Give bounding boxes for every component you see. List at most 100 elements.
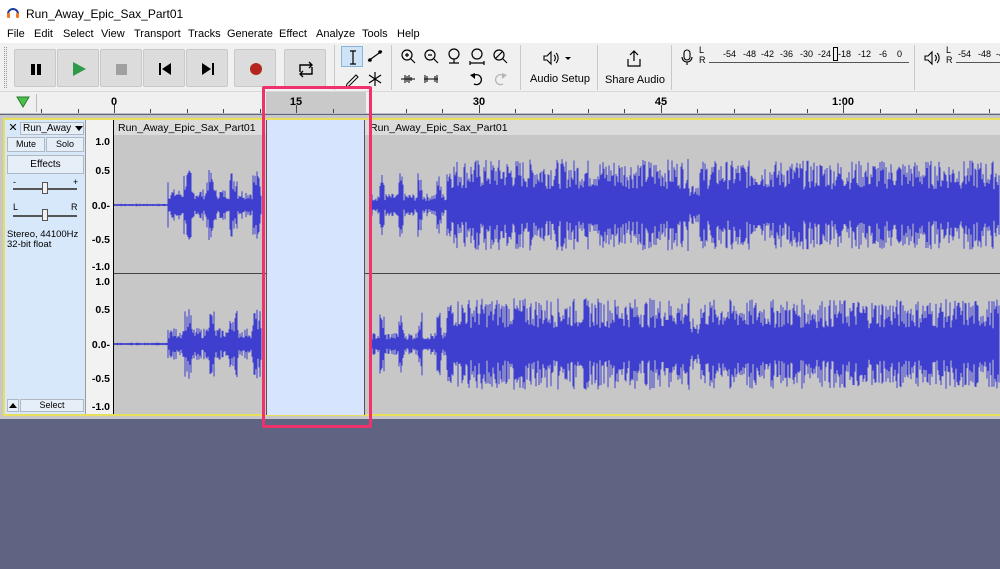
fit-selection-button[interactable] xyxy=(443,46,465,67)
trim-icon xyxy=(401,75,415,83)
zoom-out-button[interactable] xyxy=(420,46,442,67)
ruler-tick xyxy=(807,109,808,113)
amplitude-label: -0.5 xyxy=(91,234,110,246)
timeline-ruler[interactable]: 0 15 30 45 1:00 xyxy=(0,92,1000,114)
amplitude-label: -1.0 xyxy=(91,401,110,413)
record-meter[interactable]: -54 -48 -42 -36 -30 -24 -18 -12 -6 0 xyxy=(709,46,909,66)
microphone-icon[interactable] xyxy=(679,49,695,67)
menu-help[interactable]: Help xyxy=(397,28,420,40)
zoom-selection-icon xyxy=(448,48,460,64)
collapse-track-button[interactable] xyxy=(7,399,19,412)
skip-to-end-button[interactable] xyxy=(186,49,228,87)
zoom-in-button[interactable] xyxy=(397,46,419,67)
audio-setup-label: Audio Setup xyxy=(530,73,590,85)
meter-scale-label: -24 xyxy=(818,49,832,59)
redo-button[interactable] xyxy=(489,68,511,89)
track-name-menu[interactable]: Run_Away xyxy=(20,122,84,135)
pause-icon xyxy=(31,64,41,75)
ruler-tick xyxy=(770,109,771,113)
redo-icon xyxy=(494,73,507,86)
ruler-tick xyxy=(916,109,917,113)
selection-tool[interactable] xyxy=(341,46,363,67)
share-audio-label: Share Audio xyxy=(605,74,665,86)
meter-scale-label: -36 xyxy=(780,49,794,59)
playback-speaker-icon[interactable] xyxy=(922,49,942,67)
envelope-tool[interactable] xyxy=(364,46,386,67)
ruler-tick xyxy=(41,109,42,113)
loop-button[interactable] xyxy=(284,49,326,87)
menu-view[interactable]: View xyxy=(101,28,125,40)
clip-name[interactable]: Run_Away_Epic_Sax_Part01 xyxy=(118,122,256,134)
toolbar-grip[interactable] xyxy=(4,47,7,88)
undo-icon xyxy=(470,73,483,86)
envelope-icon xyxy=(367,50,383,62)
gain-slider-thumb[interactable] xyxy=(42,182,48,194)
stop-button[interactable] xyxy=(100,49,142,87)
ruler-tick xyxy=(223,109,224,113)
window-title: Run_Away_Epic_Sax_Part01 xyxy=(26,7,184,21)
ruler-tick xyxy=(114,105,115,113)
meter-scale-label: -48 xyxy=(978,49,992,59)
amplitude-ruler[interactable]: 1.0 0.5 0.0- -0.5 -1.0 1.0 0.5 0.0- -0.5… xyxy=(86,120,114,414)
menu-analyze[interactable]: Analyze xyxy=(316,28,355,40)
trim-audio-button[interactable] xyxy=(397,68,419,89)
zoom-out-icon xyxy=(424,49,439,64)
ruler-tick xyxy=(734,109,735,113)
ruler-tick xyxy=(187,109,188,113)
channel-divider xyxy=(114,273,1000,274)
ruler-tick xyxy=(479,105,480,113)
audio-setup-button[interactable]: Audio Setup xyxy=(526,46,590,90)
menu-file[interactable]: File xyxy=(7,28,25,40)
record-meter-l-label: L xyxy=(699,45,705,55)
mute-button[interactable]: Mute xyxy=(7,137,45,152)
solo-button[interactable]: Solo xyxy=(46,137,84,152)
menu-tools[interactable]: Tools xyxy=(362,28,388,40)
undo-button[interactable] xyxy=(466,68,488,89)
pan-slider-thumb[interactable] xyxy=(42,209,48,221)
skip-to-start-button[interactable] xyxy=(143,49,185,87)
menu-select[interactable]: Select xyxy=(63,28,94,40)
clip-name[interactable]: Run_Away_Epic_Sax_Part01 xyxy=(370,122,508,134)
zoom-in-icon xyxy=(401,49,416,64)
record-button[interactable] xyxy=(234,49,276,87)
select-track-button[interactable]: Select xyxy=(20,399,84,412)
amplitude-label: 0.0- xyxy=(91,200,110,212)
pause-button[interactable] xyxy=(14,49,56,87)
clip-header-bar[interactable]: Run_Away_Epic_Sax_Part01 Run_Away_Epic_S… xyxy=(114,120,1000,135)
record-level-slider-thumb[interactable] xyxy=(833,47,838,61)
ruler-tick xyxy=(661,105,662,113)
effects-button[interactable]: Effects xyxy=(7,155,84,174)
menu-transport[interactable]: Transport xyxy=(134,28,181,40)
play-meter-r-label: R xyxy=(946,55,953,65)
menu-generate[interactable]: Generate xyxy=(227,28,273,40)
amplitude-label: 0.5 xyxy=(95,304,110,316)
i-beam-icon xyxy=(350,50,356,65)
amplitude-label: -0.5 xyxy=(91,373,110,385)
fit-project-button[interactable] xyxy=(466,46,488,67)
meter-bar xyxy=(956,62,1000,63)
close-track-button[interactable]: ✕ xyxy=(7,122,19,135)
playback-meter[interactable]: -54 -48 -4 xyxy=(956,46,1000,66)
menu-edit[interactable]: Edit xyxy=(34,28,53,40)
waveform-display[interactable] xyxy=(114,135,1000,415)
meter-scale-label: -18 xyxy=(838,49,852,59)
highlight-annotation-box xyxy=(262,86,372,428)
zoom-toggle-button[interactable] xyxy=(489,46,511,67)
meter-scale-label: -54 xyxy=(723,49,737,59)
amplitude-label: 1.0 xyxy=(95,136,110,148)
pan-left-label: L xyxy=(13,202,19,212)
menu-effect[interactable]: Effect xyxy=(279,28,307,40)
menu-tracks[interactable]: Tracks xyxy=(188,28,221,40)
record-meter-r-label: R xyxy=(699,55,706,65)
gain-minus-label: - xyxy=(13,177,16,187)
share-audio-button[interactable]: Share Audio xyxy=(603,46,665,90)
silence-audio-button[interactable] xyxy=(420,68,442,89)
ruler-tick xyxy=(697,109,698,113)
ruler-tick xyxy=(989,109,990,113)
play-meter-l-label: L xyxy=(946,45,952,55)
play-head-triangle-icon[interactable] xyxy=(16,96,30,109)
stop-icon xyxy=(116,64,127,75)
play-button[interactable] xyxy=(57,49,99,87)
meter-scale-label: -48 xyxy=(743,49,757,59)
pan-right-label: R xyxy=(71,202,78,212)
